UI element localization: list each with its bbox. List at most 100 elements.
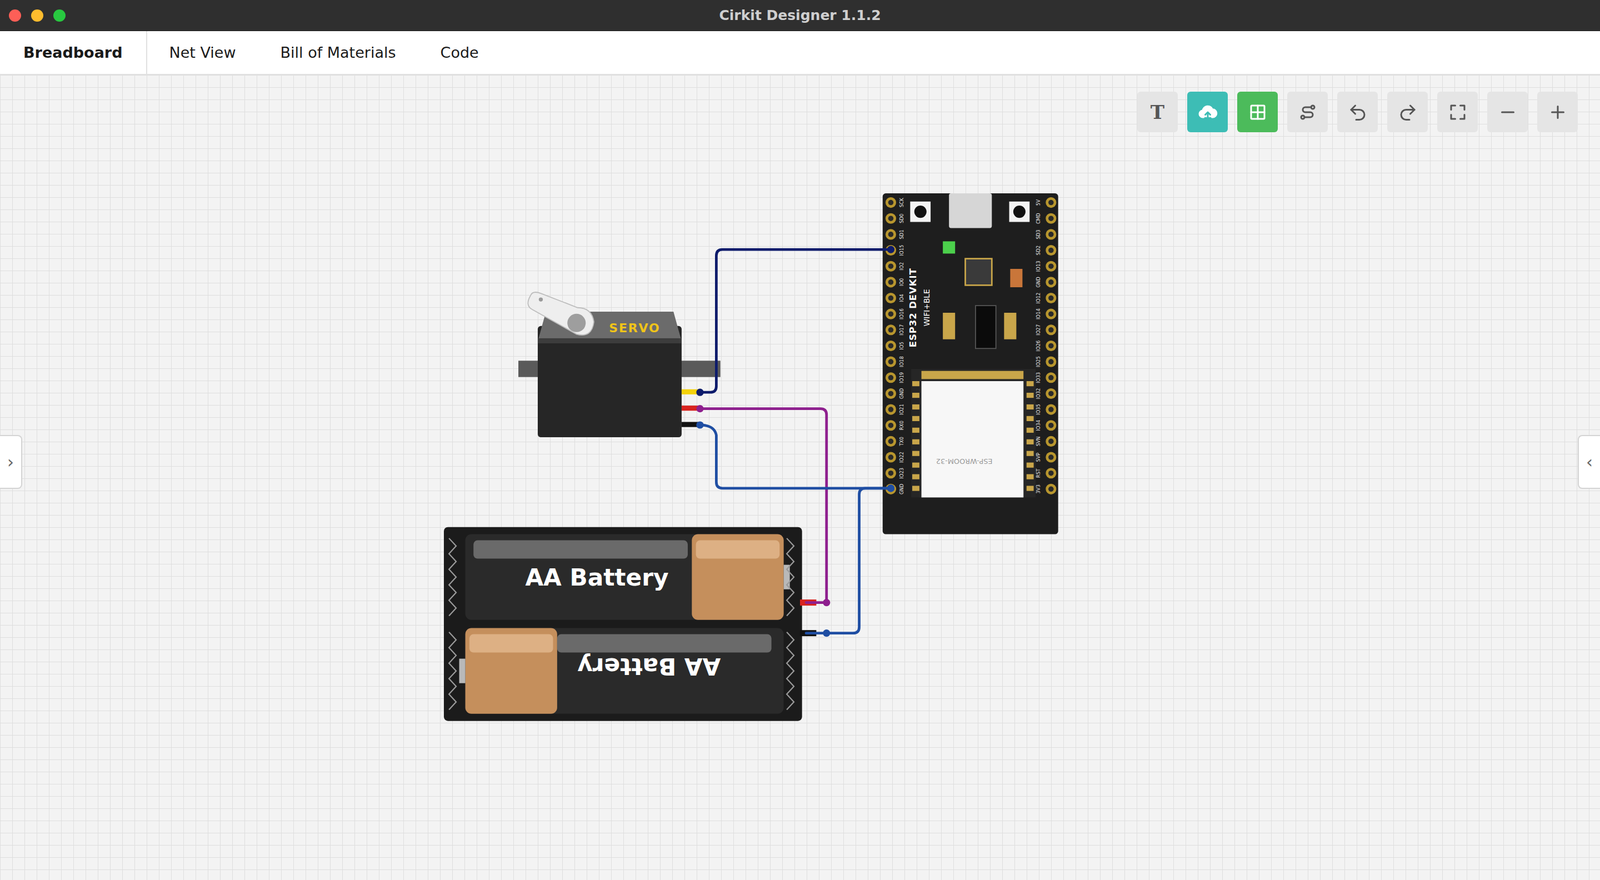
pin[interactable]: IO19 [885, 372, 905, 384]
usb-chip [965, 258, 993, 286]
window-title: Cirkit Designer 1.1.2 [718, 7, 881, 24]
pin[interactable]: GND [1035, 276, 1057, 288]
pin-label: IO13 [1035, 260, 1042, 272]
circuit-drawing: AA BatteryAA Battery SERVO ESP32 DEVKITWIF… [0, 75, 1600, 880]
tab[interactable]: Net View [147, 31, 259, 74]
pin[interactable]: CMD [1035, 212, 1057, 224]
pin[interactable]: IO16 [885, 308, 905, 320]
pin[interactable]: IO17 [885, 324, 905, 336]
toolbar-button[interactable] [1387, 91, 1428, 133]
route-icon [1297, 102, 1318, 123]
right-panel-toggle[interactable]: ‹ [1577, 435, 1600, 489]
pin-label: IO18 [898, 356, 905, 368]
pin[interactable]: IO22 [885, 451, 905, 463]
pin[interactable]: SD3 [1035, 228, 1057, 240]
pin[interactable]: SD1 [885, 228, 905, 240]
pin[interactable]: IO32 [1035, 387, 1057, 399]
pin-label: SD3 [1035, 229, 1042, 239]
pin-label: SD1 [898, 229, 905, 239]
pin[interactable]: IO15 [885, 245, 905, 257]
pin[interactable]: IO4 [885, 292, 905, 304]
toolbar-button[interactable] [1187, 91, 1228, 133]
tab[interactable]: Code [418, 31, 502, 74]
toolbar-button[interactable] [1337, 91, 1378, 133]
pin-label: IO17 [898, 324, 905, 336]
pin-label: TX0 [898, 436, 905, 447]
window-control-button[interactable] [53, 9, 66, 22]
usb-port [948, 193, 992, 228]
pin-label: RX0 [898, 420, 905, 430]
toolbar-button[interactable]: T [1137, 91, 1178, 133]
pin[interactable]: IO25 [1035, 356, 1057, 368]
pin[interactable]: GND [885, 483, 905, 495]
toolbar-button[interactable] [1237, 91, 1278, 133]
undo-icon [1347, 102, 1368, 123]
pin[interactable]: SD2 [1035, 245, 1057, 256]
wire[interactable] [806, 484, 895, 637]
toolbar-button[interactable] [1487, 91, 1528, 133]
pin-label: IO0 [898, 278, 905, 287]
pin[interactable]: GND [885, 388, 905, 399]
pin-label: SCK [898, 197, 905, 208]
pin[interactable]: SCK [885, 197, 905, 208]
pin-label: IO21 [898, 403, 905, 415]
wire[interactable] [696, 421, 895, 492]
boot-button[interactable] [910, 201, 931, 223]
toolbar-button[interactable] [1437, 91, 1478, 133]
wire[interactable] [696, 245, 895, 396]
pin[interactable]: IO5 [885, 340, 905, 352]
battery-holder[interactable]: AA BatteryAA Battery [443, 527, 817, 722]
pin[interactable]: IO26 [1035, 340, 1057, 352]
pin[interactable]: IO33 [1035, 372, 1057, 384]
toolbar-button[interactable] [1287, 91, 1328, 133]
tab[interactable]: Bill of Materials [258, 31, 419, 74]
battery-label: AA Battery [577, 652, 721, 680]
pin[interactable]: IO13 [1035, 260, 1057, 272]
window-control-button[interactable] [31, 9, 44, 22]
pin[interactable]: IO2 [885, 261, 905, 272]
toolbar-button[interactable] [1537, 91, 1578, 133]
servo-motor[interactable]: SERVO [518, 292, 721, 438]
board-subtitle: WIFI+BLE [922, 288, 932, 327]
pin-label: IO2 [898, 262, 905, 271]
pin-label: 3V3 [1035, 484, 1042, 494]
pin-label: 5V [1035, 199, 1042, 206]
pin-label: SD0 [898, 213, 905, 224]
pin[interactable]: IO27 [1035, 324, 1057, 336]
pin[interactable]: IO18 [885, 356, 905, 368]
pin[interactable]: IO21 [885, 403, 905, 415]
zoom-in-icon [1547, 102, 1568, 123]
pin[interactable]: SVN [1035, 436, 1057, 447]
board-title: ESP32 DEVKIT [907, 267, 919, 348]
pin[interactable]: IO23 [885, 467, 905, 479]
reset-button[interactable] [1009, 201, 1030, 223]
tab-bar: BreadboardNet ViewBill of MaterialsCode [0, 31, 1600, 75]
pin[interactable]: IO12 [1035, 292, 1057, 304]
pin[interactable]: 3V3 [1035, 483, 1057, 495]
redo-icon [1397, 102, 1418, 123]
pin[interactable]: SVP [1035, 451, 1057, 463]
pin[interactable]: SD0 [885, 213, 905, 224]
tab[interactable]: Breadboard [0, 31, 148, 74]
title-bar: Cirkit Designer 1.1.2 [0, 0, 1600, 32]
pin[interactable]: TX0 [885, 436, 905, 447]
pin-label: IO25 [1035, 356, 1042, 368]
pin[interactable]: IO34 [1035, 420, 1057, 432]
esp32-board[interactable]: ESP32 DEVKITWIFI+BLE ESP-WROOM-32 SCK SD0 SD… [882, 193, 1059, 534]
pin-label: IO22 [898, 451, 905, 463]
pin[interactable]: IO35 [1035, 403, 1057, 415]
pin[interactable]: RX0 [885, 420, 905, 431]
servo-label: SERVO [608, 321, 660, 335]
pin[interactable]: 5V [1035, 197, 1057, 208]
window-control-button[interactable] [8, 9, 22, 22]
pin-label: IO34 [1035, 420, 1042, 432]
pin-label: IO4 [898, 293, 905, 303]
text-tool-label: T [1150, 101, 1165, 124]
module-label: ESP-WROOM-32 [936, 457, 993, 466]
pin[interactable]: IO14 [1035, 308, 1057, 320]
toolbar: T [1137, 91, 1578, 133]
left-panel-toggle[interactable]: › [0, 435, 23, 489]
pin[interactable]: RST [1035, 467, 1057, 479]
pin[interactable]: IO0 [885, 276, 905, 288]
breadboard-canvas[interactable]: AA BatteryAA Battery SERVO ESP32 DEVKITWIF… [0, 75, 1600, 880]
